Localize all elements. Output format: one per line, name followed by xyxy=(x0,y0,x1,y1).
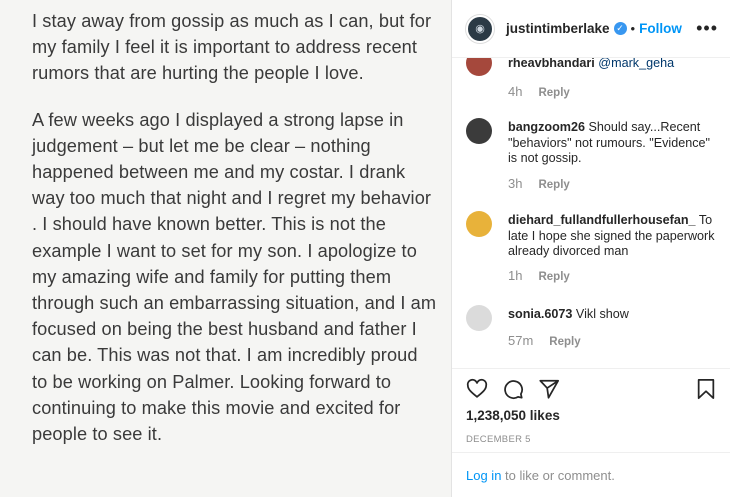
comment-username[interactable]: rheavbhandari xyxy=(508,58,595,70)
reply-button[interactable]: Reply xyxy=(538,87,569,99)
post-image: I stay away from gossip as much as I can… xyxy=(0,0,452,497)
comment-avatar[interactable] xyxy=(466,58,492,76)
comment-meta: 3h Reply xyxy=(508,176,570,191)
comment-avatar[interactable] xyxy=(466,305,492,331)
login-prompt-text: to like or comment. xyxy=(501,468,615,483)
comment-icon[interactable] xyxy=(502,378,524,400)
comment-meta: 4h Reply xyxy=(508,84,570,99)
comment-username[interactable]: bangzoom26 xyxy=(508,120,585,134)
more-options-icon[interactable]: ••• xyxy=(696,18,718,39)
post-date[interactable]: DECEMBER 5 xyxy=(466,434,531,445)
verified-badge-icon: ✓ xyxy=(613,22,627,35)
comment-time[interactable]: 1h xyxy=(508,268,522,283)
comment-avatar[interactable] xyxy=(466,211,492,237)
action-bar xyxy=(452,368,730,407)
post-paragraph-2: A few weeks ago I displayed a strong lap… xyxy=(32,109,437,445)
post-header: ◉ justintimberlake ✓ • Follow ••• xyxy=(452,0,730,58)
comment-meta: 57m Reply xyxy=(508,333,581,348)
comment-avatar[interactable] xyxy=(466,118,492,144)
login-link[interactable]: Log in xyxy=(466,468,501,483)
comment-text[interactable]: @mark_geha xyxy=(598,58,674,70)
comment-body: sonia.6073 Vikl show xyxy=(508,307,718,323)
post-sidebar: ◉ justintimberlake ✓ • Follow ••• rheavb… xyxy=(452,0,730,497)
author-username[interactable]: justintimberlake xyxy=(506,21,610,36)
likes-count[interactable]: 1,238,050 likes xyxy=(466,408,560,423)
comment-meta: 1h Reply xyxy=(508,268,570,283)
comment-body: diehard_fullandfullerhousefan_ To late I… xyxy=(508,213,718,260)
instagram-post-view: I stay away from gossip as much as I can… xyxy=(0,0,730,497)
comment-username[interactable]: diehard_fullandfullerhousefan_ xyxy=(508,213,696,227)
author-avatar[interactable]: ◉ xyxy=(466,14,494,43)
reply-button[interactable]: Reply xyxy=(538,179,569,191)
separator-dot: • xyxy=(630,21,636,36)
comment-username[interactable]: sonia.6073 xyxy=(508,307,572,321)
login-prompt: Log in to like or comment. xyxy=(452,452,730,497)
comments-list[interactable]: rheavbhandari @mark_geha 4h Reply bangzoo… xyxy=(452,58,730,368)
bookmark-icon[interactable] xyxy=(696,378,716,400)
reply-button[interactable]: Reply xyxy=(549,336,580,348)
follow-button[interactable]: Follow xyxy=(639,21,682,36)
comment-body: rheavbhandari @mark_geha xyxy=(508,58,718,72)
comment-time[interactable]: 57m xyxy=(508,333,533,348)
share-icon[interactable] xyxy=(538,378,560,400)
heart-icon[interactable] xyxy=(466,378,488,400)
comment-body: bangzoom26 Should say...Recent "behavior… xyxy=(508,120,718,167)
post-paragraph-1: I stay away from gossip as much as I can… xyxy=(32,11,432,84)
comment-time[interactable]: 4h xyxy=(508,84,522,99)
comment-text: Vikl show xyxy=(575,307,629,321)
comment-time[interactable]: 3h xyxy=(508,176,522,191)
reply-button[interactable]: Reply xyxy=(538,271,569,283)
